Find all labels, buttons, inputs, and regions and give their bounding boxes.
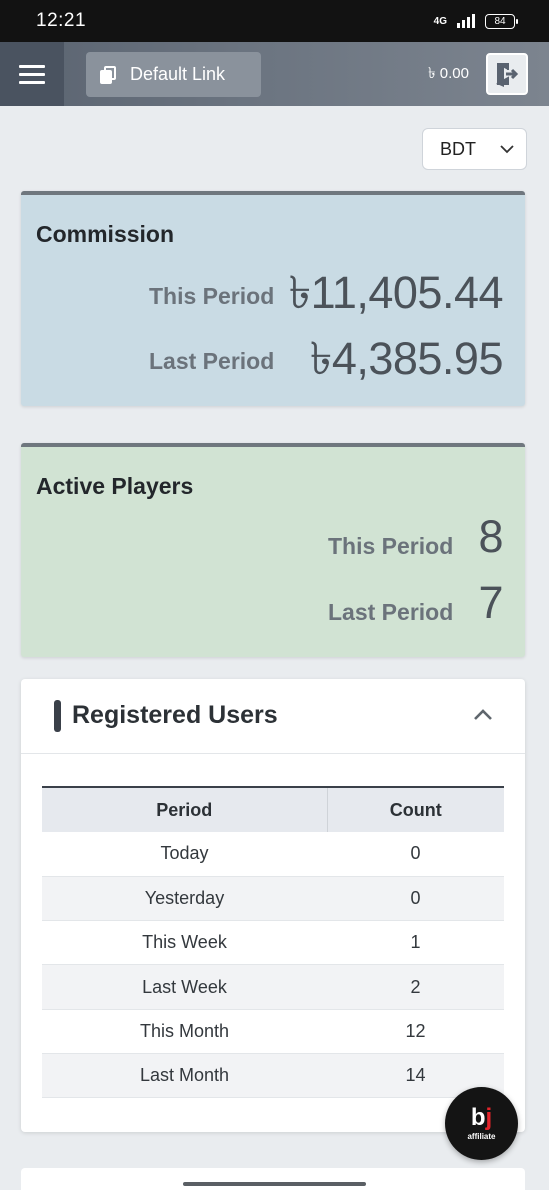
registered-users-card: Registered Users Period Count Today 0 Ye… <box>21 679 525 1132</box>
row-period: This Week <box>42 920 327 966</box>
registered-users-table: Period Count Today 0 Yesterday 0 This We… <box>42 786 504 1099</box>
row-count: 12 <box>327 1009 504 1054</box>
commission-this-period-label: This Period <box>149 283 275 309</box>
commission-card: Commission This Period ৳11,405.44 Last P… <box>21 191 525 406</box>
active-players-card: Active Players This Period 8 Last Period… <box>21 443 525 657</box>
menu-button[interactable] <box>0 42 64 106</box>
row-period: This Month <box>42 1009 327 1054</box>
registered-users-title: Registered Users <box>72 701 278 729</box>
row-count: 0 <box>327 832 504 877</box>
status-icons: 4G 84 <box>433 13 518 29</box>
players-this-period-value: 8 <box>478 511 503 562</box>
battery-icon: 84 <box>485 13 518 29</box>
commission-this-period-value: ৳11,405.44 <box>288 267 504 318</box>
copy-icon <box>100 65 118 84</box>
next-card <box>21 1168 525 1190</box>
players-this-period-label: This Period <box>328 533 454 559</box>
row-period: Last Week <box>42 964 327 1010</box>
table-row: Yesterday 0 <box>42 876 504 922</box>
status-bar: 12:21 4G 84 <box>0 0 549 42</box>
active-players-title: Active Players <box>36 473 194 499</box>
players-last-period-value: 7 <box>478 577 503 628</box>
commission-last-period-value: ৳4,385.95 <box>309 333 504 384</box>
players-last-period-label: Last Period <box>328 599 454 625</box>
column-header-count: Count <box>327 787 504 832</box>
top-nav: Default Link ৳ 0.00 <box>0 42 549 106</box>
table-row: This Month 12 <box>42 1009 504 1054</box>
chevron-up-icon[interactable] <box>473 705 493 725</box>
status-time: 12:21 <box>36 10 87 31</box>
signal-icon <box>457 14 475 28</box>
logout-icon <box>496 63 519 87</box>
network-label: 4G <box>433 15 447 27</box>
balance-display: ৳ 0.00 <box>428 64 469 82</box>
currency-select[interactable]: BDT <box>422 128 527 170</box>
row-count: 2 <box>327 964 504 1010</box>
default-link-button[interactable]: Default Link <box>86 52 261 97</box>
affiliate-fab-button[interactable]: bj affiliate <box>445 1087 518 1160</box>
registered-users-header[interactable]: Registered Users <box>21 679 525 754</box>
row-period: Today <box>42 832 327 877</box>
table-row: This Week 1 <box>42 920 504 966</box>
row-count: 1 <box>327 920 504 966</box>
commission-title: Commission <box>36 221 175 247</box>
table-row: Last Week 2 <box>42 964 504 1010</box>
logout-button[interactable] <box>486 53 528 95</box>
section-accent-bar <box>54 700 61 732</box>
default-link-label: Default Link <box>130 64 226 84</box>
currency-value: BDT <box>440 138 476 159</box>
battery-level: 84 <box>494 15 506 27</box>
row-period: Yesterday <box>42 876 327 922</box>
commission-last-period-label: Last Period <box>149 348 275 374</box>
affiliate-logo: bj <box>470 1103 493 1131</box>
hamburger-icon <box>19 64 45 68</box>
table-row: Last Month 14 <box>42 1053 504 1099</box>
table-header-row: Period Count <box>42 787 504 832</box>
row-period: Last Month <box>42 1053 327 1099</box>
row-count: 0 <box>327 876 504 922</box>
table-row: Today 0 <box>42 832 504 877</box>
column-header-period: Period <box>42 787 328 832</box>
chevron-down-icon <box>500 145 514 154</box>
affiliate-label: affiliate <box>467 1131 496 1141</box>
home-indicator[interactable] <box>183 1182 366 1186</box>
